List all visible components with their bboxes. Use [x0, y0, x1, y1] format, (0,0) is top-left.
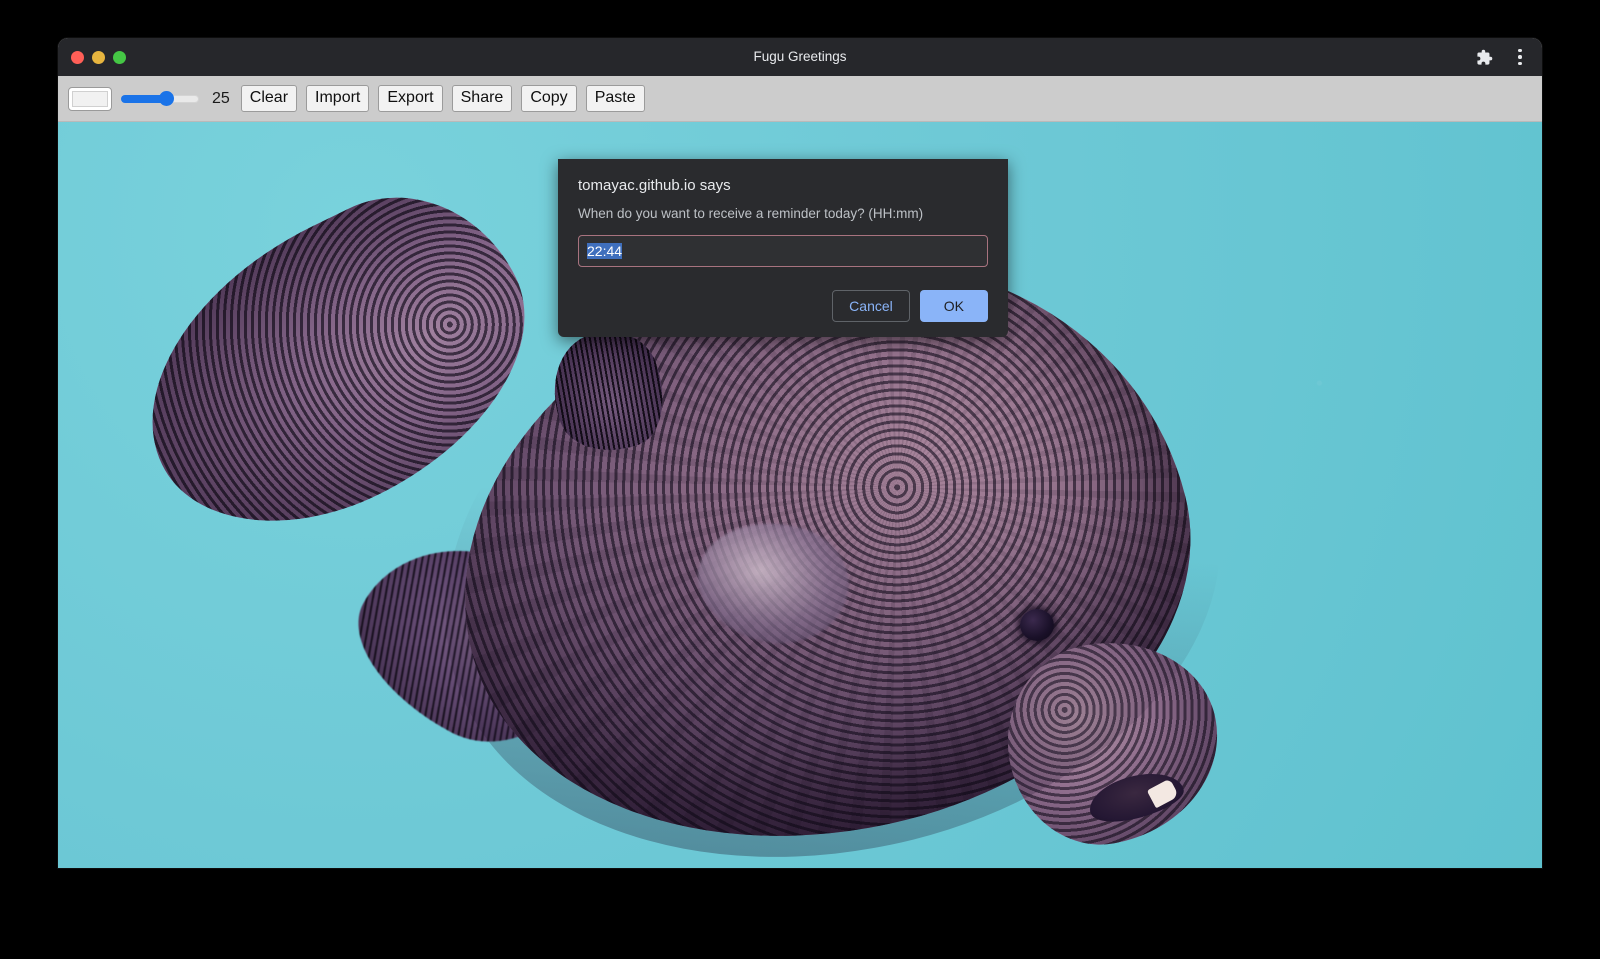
- copy-button[interactable]: Copy: [521, 85, 576, 112]
- kebab-dot: [1518, 49, 1522, 53]
- line-width-slider[interactable]: [121, 88, 199, 110]
- dialog-origin: tomayac.github.io says: [578, 177, 988, 194]
- color-picker-input[interactable]: [68, 87, 112, 111]
- dialog-message: When do you want to receive a reminder t…: [578, 206, 988, 221]
- slider-fill: [121, 95, 165, 103]
- line-width-value: 25: [212, 90, 230, 108]
- app-toolbar: 25 Clear Import Export Share Copy Paste: [58, 76, 1542, 122]
- import-button[interactable]: Import: [306, 85, 369, 112]
- javascript-prompt-dialog: tomayac.github.io says When do you want …: [558, 159, 1008, 337]
- color-swatch-fill: [72, 91, 108, 107]
- kebab-dot: [1518, 62, 1522, 66]
- cancel-button[interactable]: Cancel: [832, 290, 910, 322]
- fish-eye: [1020, 609, 1054, 641]
- dialog-actions: Cancel OK: [578, 290, 988, 322]
- ok-button[interactable]: OK: [920, 290, 988, 322]
- clear-button[interactable]: Clear: [241, 85, 297, 112]
- reminder-time-input[interactable]: [578, 235, 988, 267]
- title-bar: Fugu Greetings: [58, 38, 1542, 76]
- kebab-dot: [1518, 55, 1522, 59]
- export-button[interactable]: Export: [378, 85, 442, 112]
- paste-button[interactable]: Paste: [586, 85, 645, 112]
- screen: Fugu Greetings: [0, 0, 1600, 959]
- extensions-icon[interactable]: [1472, 45, 1496, 69]
- drawing-canvas[interactable]: tomayac.github.io says When do you want …: [58, 122, 1542, 868]
- slider-thumb[interactable]: [159, 91, 174, 106]
- titlebar-actions: [1472, 38, 1532, 76]
- browser-window: Fugu Greetings: [58, 38, 1542, 868]
- share-button[interactable]: Share: [452, 85, 513, 112]
- window-title: Fugu Greetings: [58, 38, 1542, 76]
- browser-menu-icon[interactable]: [1508, 45, 1532, 69]
